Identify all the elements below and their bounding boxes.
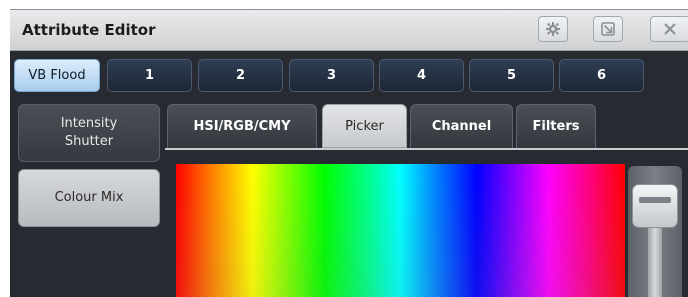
tab-picker[interactable]: Picker	[322, 104, 407, 148]
tab-underline	[165, 148, 688, 150]
fixture-tab-5[interactable]: 5	[469, 59, 554, 92]
colour-picker[interactable]	[176, 164, 625, 297]
tab-hsi-rgb-cmy[interactable]: HSI/RGB/CMY	[167, 104, 317, 148]
attribute-editor-window: Attribute Editor VB Flood 1 2 3 4 5 6 In…	[10, 9, 688, 297]
fixture-tab-4[interactable]: 4	[379, 59, 464, 92]
undock-icon	[601, 22, 615, 36]
fixture-tab-vb-flood[interactable]: VB Flood	[14, 59, 100, 92]
fixture-tab-3[interactable]: 3	[289, 59, 374, 92]
fixture-tabs: VB Flood 1 2 3 4 5 6	[10, 59, 688, 99]
gear-icon	[546, 22, 560, 36]
close-icon	[664, 23, 676, 35]
window-title: Attribute Editor	[22, 21, 156, 39]
slider-handle[interactable]	[632, 184, 678, 228]
tab-filters[interactable]: Filters	[516, 104, 596, 148]
close-button[interactable]	[650, 16, 688, 42]
intensity-shutter-label-line2: Shutter	[64, 134, 114, 149]
fixture-tab-1[interactable]: 1	[107, 59, 192, 92]
intensity-shutter-label-line1: Intensity	[60, 116, 118, 131]
title-bar[interactable]: Attribute Editor	[10, 10, 688, 51]
colour-mix-label: Colour Mix	[54, 190, 124, 205]
intensity-shutter-button[interactable]: Intensity Shutter	[18, 104, 160, 162]
colour-mix-button[interactable]: Colour Mix	[18, 169, 160, 227]
fixture-tab-2[interactable]: 2	[198, 59, 283, 92]
undock-button[interactable]	[593, 16, 623, 42]
tab-channel[interactable]: Channel	[410, 104, 513, 148]
fixture-tab-6[interactable]: 6	[559, 59, 644, 92]
settings-button[interactable]	[538, 16, 568, 42]
